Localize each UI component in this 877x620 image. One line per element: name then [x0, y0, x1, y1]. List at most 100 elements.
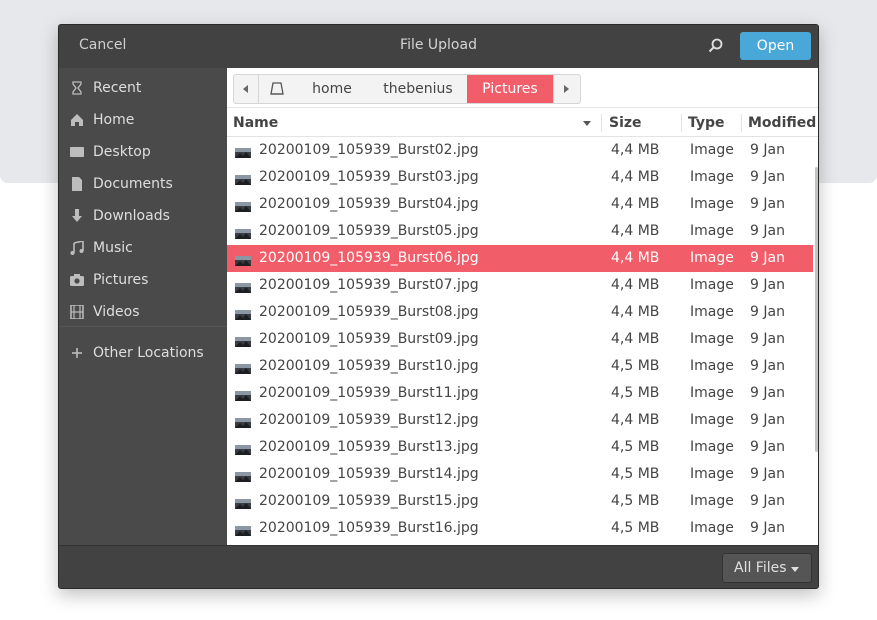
file-modified: 9 Jan [750, 223, 785, 239]
sidebar-item-label: Pictures [93, 272, 149, 288]
image-thumbnail-icon [235, 173, 251, 185]
places-sidebar: Recent Home Desktop Documents Downloads … [59, 68, 227, 545]
table-row[interactable]: 20200109_105939_Burst13.jpg 4,5 MB Image 9 … [227, 434, 813, 461]
image-thumbnail-icon [235, 200, 251, 212]
file-type: Image [690, 520, 734, 536]
path-forward-button[interactable] [554, 75, 578, 103]
file-modified: 9 Jan [750, 196, 785, 212]
column-type[interactable]: Type [688, 115, 725, 131]
file-type: Image [690, 331, 734, 347]
file-name: 20200109_105939_Burst06.jpg [259, 250, 479, 266]
sidebar-item-pictures[interactable]: Pictures [59, 265, 227, 295]
sidebar-item-desktop[interactable]: Desktop [59, 137, 227, 167]
image-thumbnail-icon [235, 308, 251, 320]
image-thumbnail-icon [235, 416, 251, 428]
film-icon [70, 304, 84, 320]
sort-down-icon [583, 121, 591, 126]
chevron-down-icon [791, 567, 799, 572]
sidebar-item-label: Other Locations [93, 345, 204, 361]
file-size: 4,4 MB [611, 250, 660, 266]
sidebar-item-downloads[interactable]: Downloads [59, 201, 227, 231]
file-type: Image [690, 223, 734, 239]
table-row[interactable]: 20200109_105939_Burst07.jpg 4,4 MB Image 9 … [227, 272, 813, 299]
table-row[interactable]: 20200109_105939_Burst12.jpg 4,4 MB Image 9 … [227, 407, 813, 434]
table-row[interactable]: 20200109_105939_Burst05.jpg 4,4 MB Image 9 … [227, 218, 813, 245]
file-name: 20200109_105939_Burst03.jpg [259, 169, 479, 185]
sidebar-item-other-locations[interactable]: Other Locations [59, 338, 227, 368]
image-thumbnail-icon [235, 254, 251, 266]
path-segment-home[interactable]: home [295, 75, 369, 103]
table-row[interactable]: 20200109_105939_Burst03.jpg 4,4 MB Image 9 … [227, 164, 813, 191]
sidebar-item-label: Home [93, 112, 135, 128]
column-size[interactable]: Size [609, 115, 642, 131]
file-size: 4,4 MB [611, 304, 660, 320]
file-browser: home thebenius Pictures Name Size Type M… [227, 68, 818, 545]
file-size: 4,5 MB [611, 358, 660, 374]
open-button[interactable]: Open [740, 32, 811, 60]
table-row[interactable]: 20200109_105939_Burst14.jpg 4,5 MB Image 9 … [227, 461, 813, 488]
file-modified: 9 Jan [750, 169, 785, 185]
sidebar-item-home[interactable]: Home [59, 105, 227, 135]
column-name[interactable]: Name [233, 115, 278, 131]
path-segment-pictures[interactable]: Pictures [467, 75, 553, 103]
table-row[interactable]: 20200109_105939_Burst08.jpg 4,4 MB Image 9 … [227, 299, 813, 326]
sidebar-item-label: Desktop [93, 144, 151, 160]
camera-icon [70, 273, 84, 287]
file-name: 20200109_105939_Burst02.jpg [259, 142, 479, 158]
file-modified: 9 Jan [750, 277, 785, 293]
file-name: 20200109_105939_Burst13.jpg [259, 439, 479, 455]
file-size: 4,5 MB [611, 466, 660, 482]
desktop-icon [70, 145, 84, 159]
sidebar-item-music[interactable]: Music [59, 233, 227, 263]
file-type: Image [690, 493, 734, 509]
file-name: 20200109_105939_Burst08.jpg [259, 304, 479, 320]
sidebar-item-label: Music [93, 240, 133, 256]
file-name: 20200109_105939_Burst10.jpg [259, 358, 479, 374]
file-type: Image [690, 439, 734, 455]
header-bar: Cancel File Upload Open [59, 25, 818, 68]
file-filter-dropdown[interactable]: All Files [722, 553, 812, 583]
dialog-title: File Upload [400, 37, 477, 53]
breadcrumb: home thebenius Pictures [233, 74, 581, 104]
table-row[interactable]: 20200109_105939_Burst15.jpg 4,5 MB Image 9 … [227, 488, 813, 515]
column-modified[interactable]: Modified [748, 115, 816, 131]
sidebar-item-videos[interactable]: Videos [59, 297, 227, 327]
scrollbar-thumb[interactable] [815, 167, 818, 452]
path-segment-thebenius[interactable]: thebenius [369, 75, 467, 103]
sidebar-item-documents[interactable]: Documents [59, 169, 227, 199]
file-type: Image [690, 385, 734, 401]
file-type: Image [690, 142, 734, 158]
table-row[interactable]: 20200109_105939_Burst16.jpg 4,5 MB Image 9 … [227, 515, 813, 542]
file-size: 4,4 MB [611, 331, 660, 347]
file-upload-dialog: Cancel File Upload Open Recent Home Desk… [58, 24, 819, 589]
file-modified: 9 Jan [750, 493, 785, 509]
chevron-right-icon [564, 85, 569, 93]
sidebar-item-label: Documents [93, 176, 173, 192]
file-size: 4,4 MB [611, 142, 660, 158]
file-modified: 9 Jan [750, 250, 785, 266]
file-name: 20200109_105939_Burst04.jpg [259, 196, 479, 212]
table-row[interactable]: 20200109_105939_Burst10.jpg 4,5 MB Image 9 … [227, 353, 813, 380]
path-back-button[interactable] [234, 75, 258, 103]
drive-icon[interactable] [259, 75, 295, 103]
file-modified: 9 Jan [750, 520, 785, 536]
file-name: 20200109_105939_Burst07.jpg [259, 277, 479, 293]
scrollbar[interactable] [813, 137, 818, 545]
sidebar-item-recent[interactable]: Recent [59, 73, 227, 103]
table-row[interactable]: 20200109_105939_Burst11.jpg 4,5 MB Image 9 … [227, 380, 813, 407]
image-thumbnail-icon [235, 227, 251, 239]
image-thumbnail-icon [235, 389, 251, 401]
file-size: 4,4 MB [611, 277, 660, 293]
file-size: 4,4 MB [611, 196, 660, 212]
search-icon[interactable] [707, 37, 725, 55]
file-size: 4,4 MB [611, 169, 660, 185]
file-size: 4,5 MB [611, 493, 660, 509]
file-size: 4,4 MB [611, 223, 660, 239]
image-thumbnail-icon [235, 497, 251, 509]
table-row[interactable]: 20200109_105939_Burst06.jpg 4,4 MB Image 9 … [227, 245, 813, 272]
file-size: 4,5 MB [611, 385, 660, 401]
table-row[interactable]: 20200109_105939_Burst04.jpg 4,4 MB Image 9 … [227, 191, 813, 218]
table-row[interactable]: 20200109_105939_Burst09.jpg 4,4 MB Image 9 … [227, 326, 813, 353]
table-row[interactable]: 20200109_105939_Burst02.jpg 4,4 MB Image 9 … [227, 137, 813, 164]
file-name: 20200109_105939_Burst12.jpg [259, 412, 479, 428]
